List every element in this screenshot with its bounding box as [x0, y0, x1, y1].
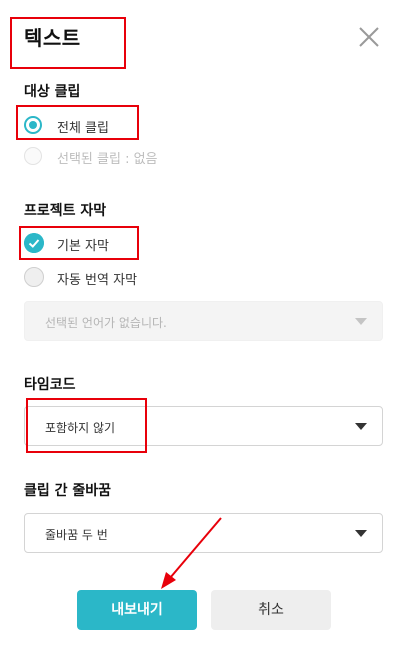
annotation-arrow-icon	[161, 517, 222, 589]
